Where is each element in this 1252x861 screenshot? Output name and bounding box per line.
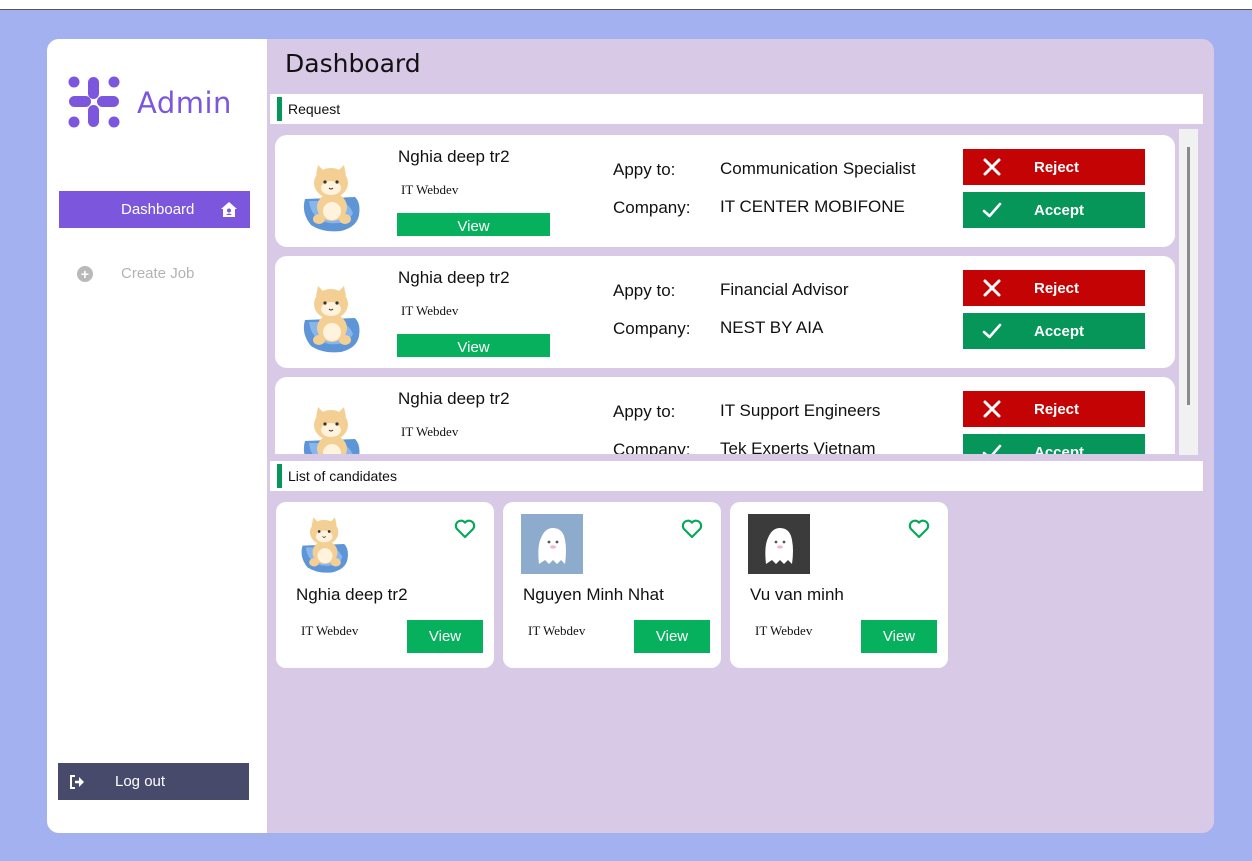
logo-text: Admin — [137, 86, 232, 120]
candidate-name: Nghia deep tr2 — [398, 268, 510, 287]
sidebar: Admin Dashboard + Create Job Log out — [47, 39, 267, 833]
home-icon — [220, 201, 238, 218]
view-button[interactable]: View — [397, 213, 550, 236]
heart-icon[interactable] — [680, 516, 704, 540]
company-label: Company: — [613, 319, 691, 338]
app-window: Admin Dashboard + Create Job Log out Das… — [47, 39, 1214, 833]
check-icon — [982, 321, 1004, 341]
company-name: Tek Experts Vietnam — [720, 439, 876, 454]
accept-button[interactable]: Accept — [963, 192, 1145, 228]
section-title: List of candidates — [288, 468, 397, 484]
candidate-name: Nghia deep tr2 — [296, 585, 408, 604]
candidate-avatar — [521, 514, 583, 574]
page-title: Dashboard — [285, 49, 421, 78]
reject-button[interactable]: Reject — [963, 149, 1145, 185]
section-title: Request — [288, 101, 341, 117]
accept-button[interactable]: Accept — [963, 313, 1145, 349]
reject-button[interactable]: Reject — [963, 270, 1145, 306]
candidate-avatar — [299, 161, 365, 233]
accept-label: Accept — [1034, 322, 1085, 340]
view-button[interactable]: View — [397, 334, 550, 357]
candidate-card: Nguyen Minh Nhat IT Webdev View — [503, 502, 721, 668]
reject-button[interactable]: Reject — [963, 391, 1145, 427]
company-name: NEST BY AIA — [720, 318, 824, 337]
candidate-role: IT Webdev — [755, 623, 813, 638]
close-icon — [982, 399, 1004, 419]
candidate-name: Vu van minh — [750, 585, 844, 604]
candidate-avatar — [294, 514, 356, 574]
close-icon — [982, 157, 1004, 177]
candidate-name: Nghia deep tr2 — [398, 147, 510, 166]
view-button[interactable]: View — [407, 620, 483, 653]
company-label: Company: — [613, 198, 691, 217]
view-button[interactable]: View — [634, 620, 710, 653]
accept-button[interactable]: Accept — [963, 434, 1145, 454]
request-card: Nghia deep tr2 IT Webdev View Appy to: C… — [275, 135, 1175, 247]
check-icon — [982, 442, 1004, 454]
candidate-role: IT Webdev — [401, 182, 459, 197]
section-marker — [277, 97, 282, 121]
apply-position: Financial Advisor — [720, 280, 849, 299]
close-icon — [982, 278, 1004, 298]
request-card: Nghia deep tr2 IT Webdev View Appy to: C… — [275, 256, 1175, 368]
sidebar-item-create-job[interactable]: + Create Job — [77, 265, 194, 282]
company-name: IT CENTER MOBIFONE — [720, 197, 905, 216]
scrollbar-thumb[interactable] — [1187, 147, 1190, 405]
candidate-name: Nguyen Minh Nhat — [523, 585, 664, 604]
heart-icon[interactable] — [907, 516, 931, 540]
logout-icon — [69, 774, 85, 789]
apply-label: Appy to: — [613, 160, 676, 179]
heart-icon[interactable] — [453, 516, 477, 540]
check-icon — [982, 200, 1004, 220]
logout-button[interactable]: Log out — [58, 763, 249, 800]
candidates-section-header: List of candidates — [270, 461, 1203, 491]
accept-label: Accept — [1034, 443, 1085, 455]
candidate-avatar — [748, 514, 810, 574]
candidate-avatar — [299, 403, 365, 454]
reject-label: Reject — [1034, 279, 1080, 297]
candidate-card: Vu van minh IT Webdev View — [730, 502, 948, 668]
candidate-role: IT Webdev — [401, 303, 459, 318]
logo-icon — [68, 76, 120, 128]
sidebar-item-label: Dashboard — [121, 201, 195, 218]
logout-label: Log out — [115, 773, 166, 790]
candidate-avatar — [299, 282, 365, 354]
apply-position: Communication Specialist — [720, 159, 916, 178]
request-card: Nghia deep tr2 IT Webdev View Appy to: C… — [275, 377, 1175, 454]
logo: Admin — [67, 75, 232, 131]
company-label: Company: — [613, 440, 691, 454]
candidate-role: IT Webdev — [528, 623, 586, 638]
browser-top-edge — [0, 0, 1252, 10]
candidate-role: IT Webdev — [301, 623, 359, 638]
request-list[interactable]: Nghia deep tr2 IT Webdev View Appy to: C… — [275, 127, 1177, 454]
sidebar-item-label: Create Job — [121, 265, 195, 282]
sidebar-item-dashboard[interactable]: Dashboard — [59, 191, 250, 228]
request-scrollbar[interactable] — [1179, 129, 1198, 455]
apply-position: IT Support Engineers — [720, 401, 881, 420]
reject-label: Reject — [1034, 158, 1080, 176]
request-section-header: Request — [270, 94, 1203, 124]
candidate-name: Nghia deep tr2 — [398, 389, 510, 408]
section-marker — [277, 464, 282, 488]
plus-circle-icon: + — [77, 265, 93, 282]
reject-label: Reject — [1034, 400, 1080, 418]
candidate-role: IT Webdev — [401, 424, 459, 439]
view-button[interactable]: View — [861, 620, 937, 653]
accept-label: Accept — [1034, 201, 1085, 219]
apply-label: Appy to: — [613, 402, 676, 421]
apply-label: Appy to: — [613, 281, 676, 300]
candidate-card: Nghia deep tr2 IT Webdev View — [276, 502, 494, 668]
